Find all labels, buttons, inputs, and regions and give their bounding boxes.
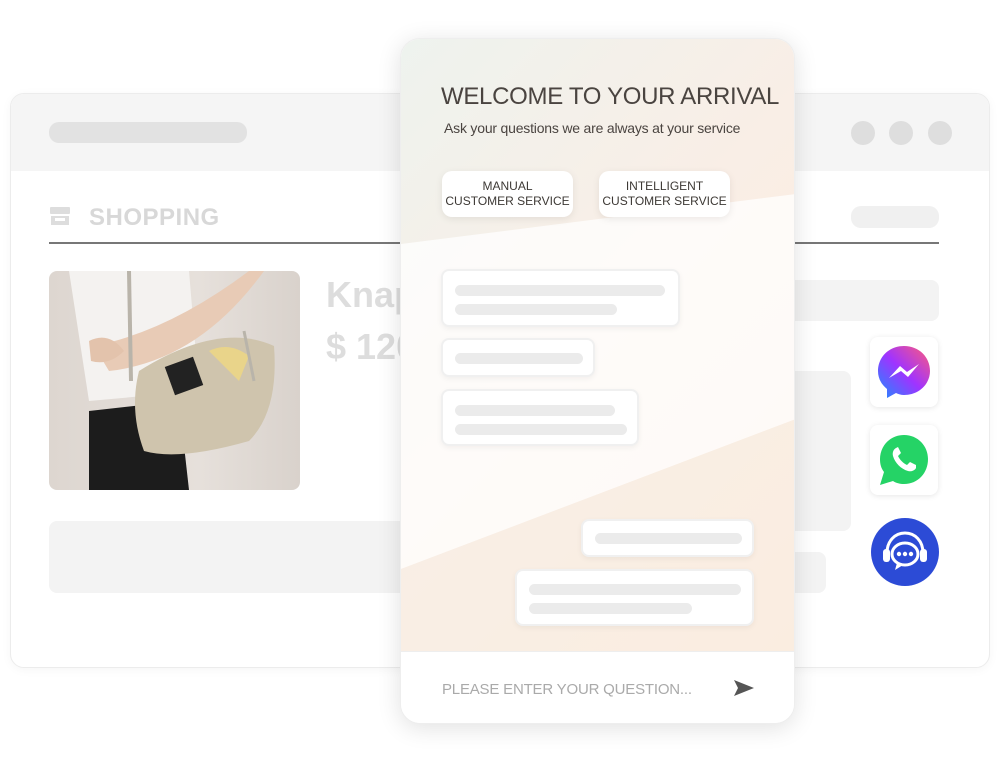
placeholder-pill	[851, 206, 939, 228]
message-placeholder	[441, 338, 595, 377]
store-icon	[50, 207, 70, 225]
section-title: SHOPPING	[89, 204, 220, 231]
chat-title: WELCOME TO YOUR ARRIVAL	[441, 83, 780, 110]
reply-placeholder	[581, 519, 754, 557]
chat-subtitle: Ask your questions we are always at your…	[444, 120, 741, 136]
whatsapp-button[interactable]	[870, 425, 938, 495]
chat-widget: WELCOME TO YOUR ARRIVAL Ask your questio…	[400, 38, 795, 724]
window-dot[interactable]	[928, 121, 952, 145]
manual-customer-service-button[interactable]: MANUAL CUSTOMER SERVICE	[442, 171, 573, 217]
message-placeholder	[441, 269, 680, 327]
placeholder-block	[781, 280, 939, 321]
button-label-line2: CUSTOMER SERVICE	[445, 194, 570, 208]
message-placeholder	[441, 389, 639, 446]
placeholder-block	[49, 521, 429, 593]
send-icon[interactable]	[733, 679, 755, 697]
live-support-button[interactable]	[871, 518, 939, 586]
button-label-line1: MANUAL	[482, 179, 533, 193]
reply-placeholder	[515, 569, 754, 626]
headset-chat-icon	[883, 531, 927, 570]
product-image[interactable]	[49, 271, 300, 490]
address-bar-placeholder	[49, 122, 247, 143]
question-input-placeholder[interactable]: PLEASE ENTER YOUR QUESTION...	[442, 681, 692, 698]
messenger-icon	[878, 346, 930, 398]
button-label-line2: CUSTOMER SERVICE	[602, 194, 727, 208]
whatsapp-icon	[880, 435, 928, 485]
button-label-line1: INTELLIGENT	[625, 179, 704, 193]
intelligent-customer-service-button[interactable]: INTELLIGENT CUSTOMER SERVICE	[599, 171, 730, 217]
messenger-button[interactable]	[870, 337, 938, 407]
window-dot[interactable]	[889, 121, 913, 145]
window-dot[interactable]	[851, 121, 875, 145]
